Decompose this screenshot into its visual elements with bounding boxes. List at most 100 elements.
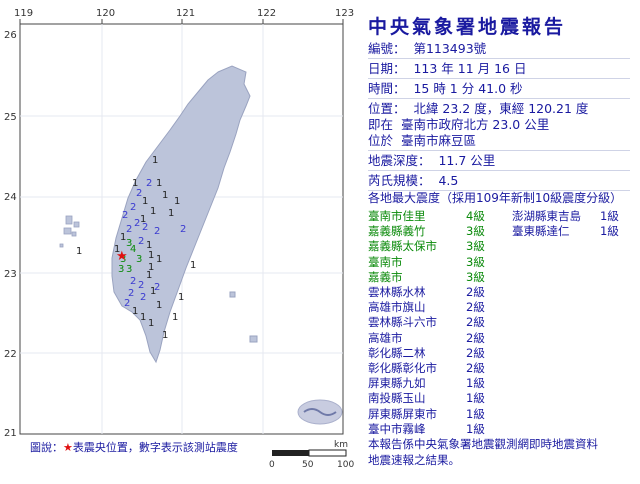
station-intensity-value: 2	[126, 224, 132, 235]
station-intensity-value: 1	[140, 312, 146, 323]
intensity-place: 南投縣玉山	[368, 391, 426, 406]
station-intensity-value: 1	[132, 178, 138, 189]
station-intensity-value: 1	[132, 306, 138, 317]
report-depth: 地震深度： 11.7 公里	[368, 153, 496, 168]
station-intensity-value: 2	[140, 292, 146, 303]
intensity-level: 3級	[466, 254, 485, 269]
footer-line: 本報告係中央氣象署地震觀測網即時地震資料	[368, 437, 598, 451]
station-intensity-value: 1	[76, 246, 82, 257]
intensity-level: 2級	[466, 300, 485, 315]
lat-label: 22	[4, 349, 17, 360]
station-intensity-value: 2	[124, 298, 130, 309]
report-panel: 中央氣象署地震報告 編號： 第113493號 日期： 113 年 11 月 16…	[358, 0, 640, 480]
intensity-level: 2級	[466, 285, 485, 299]
report-magnitude: 芮氏規模： 4.5	[368, 173, 459, 188]
intensity-level: 3級	[466, 269, 485, 284]
lat-label: 21	[4, 428, 17, 439]
intensity-place: 臺中市霧峰	[368, 421, 426, 436]
station-intensity-value: 2	[142, 222, 148, 233]
station-intensity-value: 1	[190, 260, 196, 271]
intensity-level: 2級	[466, 361, 485, 375]
station-intensity-value: 2	[138, 236, 144, 247]
intensity-level: 2級	[466, 315, 485, 330]
intensity-level: 1級	[466, 421, 485, 436]
map-ticks	[19, 19, 344, 24]
intensity-level: 2級	[466, 330, 485, 345]
intensity-level: 2級	[466, 345, 485, 360]
intensity-place: 高雄市	[368, 330, 403, 345]
divider	[368, 98, 630, 99]
station-intensity-value: 2	[154, 226, 160, 237]
report-relative-location: 即在 臺南市政府北方 23.0 公里	[368, 117, 550, 132]
legend-text: 表震央位置，數字表示該測站震度	[72, 441, 238, 454]
station-intensity-value: 1	[152, 155, 158, 166]
report-number: 編號： 第113493號	[368, 41, 487, 56]
intensity-level: 1級	[600, 209, 619, 223]
station-intensity-value: 1	[168, 208, 174, 219]
station-intensity-value: 1	[172, 312, 178, 323]
intensity-place: 彰化縣彰化市	[368, 361, 437, 375]
station-intensity-value: 1	[174, 196, 180, 207]
epicenter-star-icon: ★	[116, 249, 128, 264]
scale-unit: km	[334, 440, 348, 450]
report-title: 中央氣象署地震報告	[368, 16, 567, 38]
divider	[368, 78, 630, 79]
lon-label: 119	[14, 8, 33, 19]
footer-line: 地震速報之結果。	[368, 453, 460, 467]
intensity-place: 彰化縣二林	[368, 345, 426, 360]
lon-label: 121	[176, 8, 195, 19]
intensity-place: 嘉義縣太保市	[368, 239, 437, 254]
station-intensity-value: 1	[178, 292, 184, 303]
intensity-level: 1級	[466, 406, 485, 421]
intensity-place: 屏東縣屏東市	[368, 406, 437, 421]
report-footer: 本報告係中央氣象署地震觀測網即時地震資料 地震速報之結果。	[368, 436, 598, 468]
intensity-place: 澎湖縣東吉島	[512, 209, 581, 223]
station-intensity-value: 1	[162, 190, 168, 201]
divider	[368, 150, 630, 151]
scale-tick: 0	[269, 460, 275, 470]
legend-star-icon: ★	[63, 441, 73, 454]
orchid-island	[249, 335, 258, 343]
intensity-level: 1級	[600, 224, 619, 239]
intensity-level: 3級	[466, 239, 485, 254]
intensity-place: 屏東縣九如	[368, 376, 426, 391]
lat-label: 26	[4, 30, 17, 41]
station-intensity-value: 1	[148, 318, 154, 329]
station-intensity-value: 2	[130, 276, 136, 287]
station-intensity-value: 1	[156, 254, 162, 265]
lat-label: 24	[4, 192, 17, 203]
scale-tick: 100	[337, 460, 354, 470]
lat-label: 23	[4, 269, 17, 280]
green-island	[229, 291, 236, 298]
intensity-level: 4級	[466, 209, 485, 223]
station-intensity-value: 1	[162, 330, 168, 341]
report-position: 位置： 北緯 23.2 度，東經 120.21 度	[368, 101, 589, 116]
intensity-level: 1級	[466, 376, 485, 391]
map-legend: 圖說：★表震央位置，數字表示該測站震度	[30, 439, 238, 455]
station-intensity-value: 1	[142, 196, 148, 207]
earthquake-map: 1211211221112222132113314311321212212111…	[0, 0, 360, 480]
lon-label: 122	[257, 8, 276, 19]
divider	[368, 170, 630, 171]
report-district: 位於 臺南市麻豆區	[368, 133, 476, 148]
station-intensity-value: 3	[118, 264, 124, 275]
scale-bar: km 0 50 100	[269, 440, 354, 470]
intensity-header: 各地最大震度（採用109年新制10級震度分級）	[368, 191, 623, 205]
intensity-place: 嘉義縣義竹	[368, 224, 426, 239]
station-intensity-value: 1	[146, 270, 152, 281]
legend-prefix: 圖說：	[30, 441, 63, 454]
station-intensity-value: 3	[136, 254, 142, 265]
lat-label: 25	[4, 112, 17, 123]
station-intensity-value: 3	[126, 264, 132, 275]
station-intensity-value: 2	[180, 224, 186, 235]
station-intensity-value: 2	[146, 178, 152, 189]
station-intensity-value: 1	[148, 250, 154, 261]
intensity-place: 臺南市	[368, 254, 403, 269]
intensity-level: 1級	[466, 391, 485, 406]
station-intensity-value: 2	[122, 210, 128, 221]
intensity-place: 雲林縣水林	[368, 285, 426, 299]
station-intensity-value: 1	[150, 206, 156, 217]
intensity-place: 臺東縣達仁	[512, 224, 570, 239]
station-intensity-value: 2	[134, 218, 140, 229]
station-intensity-value: 2	[130, 202, 136, 213]
